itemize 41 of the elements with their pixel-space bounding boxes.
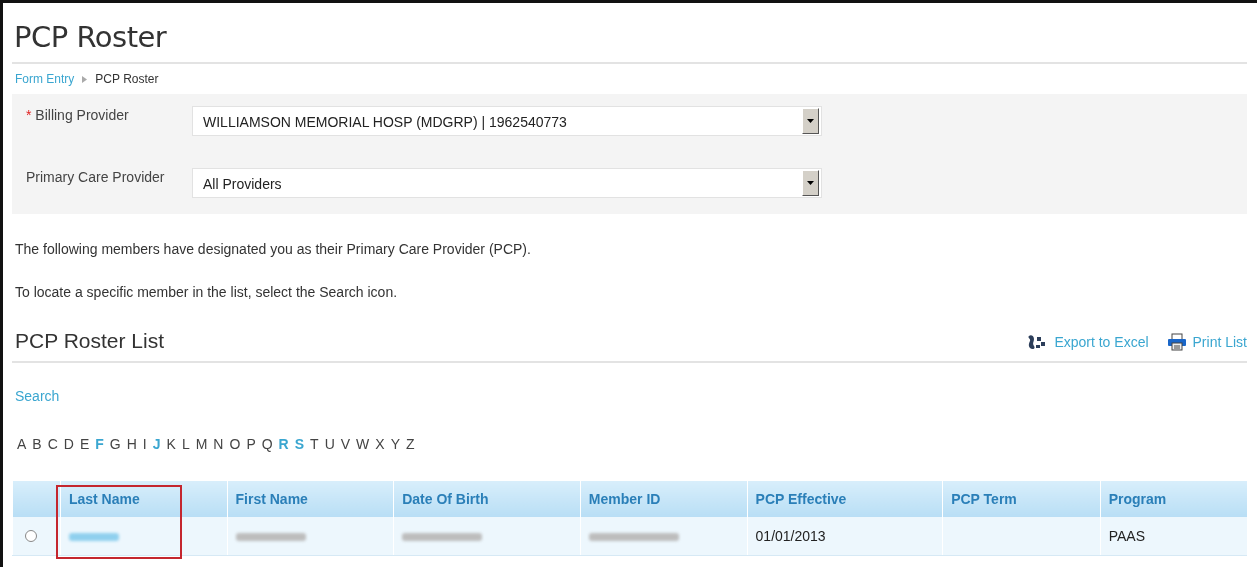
letter-filter[interactable]: I [142, 436, 147, 452]
section-title: PCP Roster List [15, 329, 164, 353]
letter-filter[interactable]: U [324, 436, 335, 452]
dropdown-arrow-icon [807, 119, 814, 123]
letter-filter[interactable]: K [166, 436, 176, 452]
letter-filter[interactable]: L [181, 436, 190, 452]
field-label: Billing Provider [35, 107, 129, 123]
dropdown-arrow-icon [807, 181, 814, 185]
letter-filter[interactable]: H [126, 436, 137, 452]
letter-filter[interactable]: M [195, 436, 208, 452]
printer-icon [1166, 333, 1187, 351]
letter-filter[interactable]: O [229, 436, 241, 452]
letter-filter[interactable]: V [340, 436, 351, 452]
letter-filter[interactable]: D [63, 436, 74, 452]
letter-filter[interactable]: T [310, 436, 319, 452]
letter-filter[interactable]: Y [390, 436, 400, 452]
letter-filter[interactable]: A [17, 436, 27, 452]
table-cell: 01/01/2013 [755, 528, 826, 544]
blurred-text [235, 533, 306, 541]
letter-filter[interactable]: Q [261, 436, 273, 452]
letter-filter[interactable]: G [109, 436, 121, 452]
provider-select[interactable]: WILLIAMSON MEMORIAL HOSP (MDGRP) | 1962540773 [192, 106, 822, 136]
table-cell: PAAS [1108, 528, 1146, 544]
letter-filter[interactable]: E [79, 436, 90, 452]
page-title: PCP Roster [14, 20, 168, 54]
letter-filter[interactable]: P [246, 436, 256, 452]
letter-filter[interactable]: C [47, 436, 58, 452]
header-cell [12, 481, 61, 517]
letter-filter[interactable]: B [32, 436, 42, 452]
letter-filter[interactable]: X [375, 436, 385, 452]
letter-filter[interactable]: Z [406, 436, 415, 452]
chevron-icon [82, 75, 88, 83]
letter-filter[interactable]: N [213, 436, 224, 452]
info-text: The following members have designated you as their Primary Care Provider (PCP). [15, 241, 532, 257]
info-text: To locate a specific member in the list, select the Search icon. [15, 284, 399, 300]
provider-select[interactable]: All Providers [192, 168, 822, 198]
field-label: Primary Care Provider [26, 169, 165, 185]
required-marker: * [26, 107, 32, 123]
letter-filter[interactable]: W [356, 436, 370, 452]
row-radio[interactable] [25, 530, 37, 542]
breadcrumb-current: PCP Roster [95, 72, 159, 86]
